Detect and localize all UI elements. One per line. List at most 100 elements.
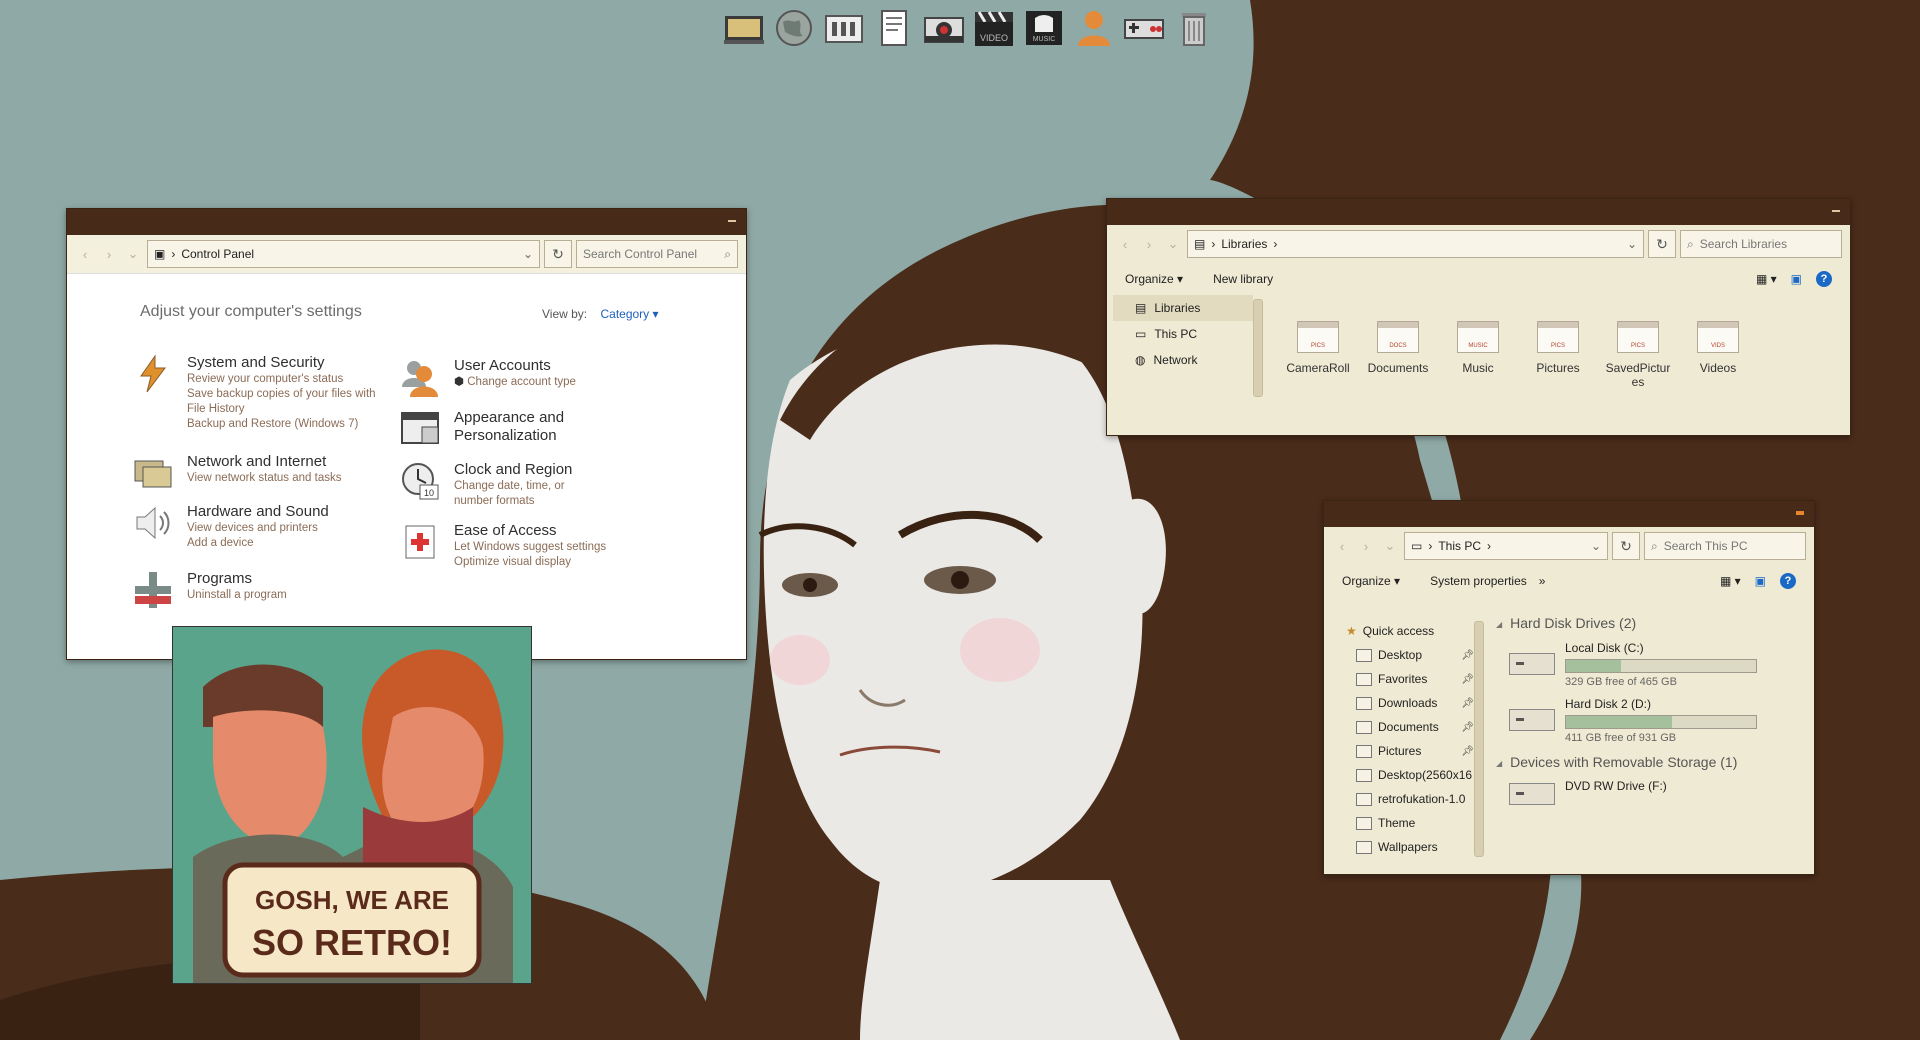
pin-icon[interactable]: 📌︎ bbox=[1461, 698, 1474, 709]
video-icon[interactable]: VIDEO bbox=[972, 8, 1016, 48]
category-link[interactable]: ⬢ Change account type bbox=[454, 375, 576, 390]
category-user-accounts[interactable]: User Accounts ⬢ Change account type bbox=[400, 357, 576, 397]
nav-item[interactable]: Desktop(2560x16 bbox=[1346, 763, 1474, 787]
category-title[interactable]: Hardware and Sound bbox=[187, 503, 329, 521]
nav-item[interactable]: Wallpapers bbox=[1346, 835, 1474, 859]
search-input[interactable]: ⌕ Search Libraries bbox=[1680, 230, 1842, 258]
library-pictures[interactable]: PICS Pictures bbox=[1523, 321, 1593, 375]
nav-item-quick-access[interactable]: ★ Quick access bbox=[1346, 619, 1474, 643]
pin-icon[interactable]: 📌︎ bbox=[1461, 722, 1474, 733]
search-input[interactable]: Search Control Panel ⌕ bbox=[576, 240, 738, 268]
address-bar[interactable]: ▭ › This PC › ⌄ bbox=[1404, 532, 1608, 560]
category-link[interactable]: Let Windows suggest settings bbox=[454, 540, 606, 555]
drive-c[interactable]: Local Disk (C:) 329 GB free of 465 GB bbox=[1509, 641, 1757, 688]
category-title[interactable]: Ease of Access bbox=[454, 522, 606, 540]
category-network-internet[interactable]: Network and Internet View network status… bbox=[133, 453, 341, 493]
category-hardware-sound[interactable]: Hardware and Sound View devices and prin… bbox=[133, 503, 329, 551]
view-options-icon[interactable]: ▦ ▾ bbox=[1756, 272, 1777, 286]
category-title[interactable]: Network and Internet bbox=[187, 453, 341, 471]
globe-icon[interactable] bbox=[772, 8, 816, 48]
forward-icon[interactable]: › bbox=[99, 247, 119, 262]
trash-icon[interactable] bbox=[1172, 8, 1216, 48]
view-by-dropdown[interactable]: Category ▾ bbox=[600, 307, 658, 321]
library-documents[interactable]: DOCS Documents bbox=[1363, 321, 1433, 375]
nes-controller-icon[interactable] bbox=[1122, 8, 1166, 48]
recent-icon[interactable]: ⌄ bbox=[1163, 236, 1183, 252]
minimize-button[interactable] bbox=[1832, 210, 1840, 212]
music-icon[interactable]: MUSIC bbox=[1022, 8, 1066, 48]
back-icon[interactable]: ‹ bbox=[75, 247, 95, 262]
category-link[interactable]: View network status and tasks bbox=[187, 471, 341, 486]
chevron-down-icon[interactable]: ⌄ bbox=[1627, 237, 1637, 251]
forward-icon[interactable]: › bbox=[1356, 539, 1376, 554]
category-link[interactable]: Save backup copies of your files with Fi… bbox=[187, 387, 387, 417]
nav-item[interactable]: Documents 📌︎ bbox=[1346, 715, 1474, 739]
group-header-removable[interactable]: Devices with Removable Storage (1) bbox=[1496, 754, 1737, 770]
camera-icon[interactable] bbox=[922, 8, 966, 48]
computer-icon[interactable] bbox=[722, 8, 766, 48]
view-options-icon[interactable]: ▦ ▾ bbox=[1720, 574, 1741, 588]
category-link[interactable]: Optimize visual display bbox=[454, 555, 606, 570]
help-icon[interactable]: ? bbox=[1816, 271, 1832, 287]
category-link[interactable]: Change date, time, or number formats bbox=[454, 479, 604, 509]
recent-icon[interactable]: ⌄ bbox=[123, 246, 143, 262]
system-properties-button[interactable]: System properties bbox=[1430, 574, 1527, 588]
category-title[interactable]: System and Security bbox=[187, 354, 387, 372]
category-programs[interactable]: Programs Uninstall a program bbox=[133, 570, 287, 610]
pin-icon[interactable]: 📌︎ bbox=[1461, 746, 1474, 757]
pin-icon[interactable]: 📌︎ bbox=[1461, 674, 1474, 685]
document-icon[interactable] bbox=[872, 8, 916, 48]
titlebar[interactable] bbox=[1324, 501, 1814, 527]
category-title[interactable]: User Accounts bbox=[454, 357, 576, 375]
library-saved-pictures[interactable]: PICS SavedPictures bbox=[1603, 321, 1673, 389]
library-videos[interactable]: VIDS Videos bbox=[1683, 321, 1753, 375]
new-library-button[interactable]: New library bbox=[1213, 272, 1273, 286]
category-system-security[interactable]: System and Security Review your computer… bbox=[133, 354, 387, 432]
category-link[interactable]: Review your computer's status bbox=[187, 372, 387, 387]
back-icon[interactable]: ‹ bbox=[1332, 539, 1352, 554]
titlebar[interactable] bbox=[1107, 199, 1850, 225]
drive-d[interactable]: Hard Disk 2 (D:) 411 GB free of 931 GB bbox=[1509, 697, 1757, 744]
chevron-down-icon[interactable]: ⌄ bbox=[523, 247, 533, 261]
refresh-icon[interactable]: ↻ bbox=[1612, 532, 1640, 560]
pin-icon[interactable]: 📌︎ bbox=[1461, 650, 1474, 661]
nav-item-libraries[interactable]: ▤ Libraries bbox=[1113, 295, 1253, 321]
group-header-hdd[interactable]: Hard Disk Drives (2) bbox=[1496, 615, 1636, 631]
drive-dvd[interactable]: DVD RW Drive (F:) bbox=[1509, 779, 1667, 805]
nav-item[interactable]: Theme bbox=[1346, 811, 1474, 835]
library-camera-roll[interactable]: PICS CameraRoll bbox=[1283, 321, 1353, 375]
refresh-icon[interactable]: ↻ bbox=[1648, 230, 1676, 258]
minimize-button[interactable] bbox=[728, 220, 736, 222]
category-link[interactable]: Uninstall a program bbox=[187, 588, 287, 603]
back-icon[interactable]: ‹ bbox=[1115, 237, 1135, 252]
category-appearance[interactable]: Appearance and Personalization bbox=[400, 409, 584, 449]
nav-item-this-pc[interactable]: ▭ This PC bbox=[1113, 321, 1253, 347]
nav-item[interactable]: Downloads 📌︎ bbox=[1346, 691, 1474, 715]
scrollbar[interactable] bbox=[1253, 299, 1263, 397]
category-link[interactable]: Backup and Restore (Windows 7) bbox=[187, 417, 387, 432]
category-link[interactable]: Add a device bbox=[187, 536, 329, 551]
help-icon[interactable]: ? bbox=[1780, 573, 1796, 589]
nav-item[interactable]: Desktop 📌︎ bbox=[1346, 643, 1474, 667]
scrollbar[interactable] bbox=[1474, 621, 1484, 857]
nav-item[interactable]: Favorites 📌︎ bbox=[1346, 667, 1474, 691]
library-music[interactable]: MUSIC Music bbox=[1443, 321, 1513, 375]
user-icon[interactable] bbox=[1072, 8, 1116, 48]
category-ease-of-access[interactable]: Ease of Access Let Windows suggest setti… bbox=[400, 522, 606, 570]
category-title[interactable]: Clock and Region bbox=[454, 461, 604, 479]
refresh-icon[interactable]: ↻ bbox=[544, 240, 572, 268]
category-clock-region[interactable]: 10 Clock and Region Change date, time, o… bbox=[400, 461, 604, 509]
address-bar[interactable]: ▤ › Libraries › ⌄ bbox=[1187, 230, 1644, 258]
category-title[interactable]: Programs bbox=[187, 570, 287, 588]
preview-pane-icon[interactable]: ▣ bbox=[1791, 272, 1802, 286]
organize-button[interactable]: Organize ▾ bbox=[1342, 574, 1400, 588]
preview-pane-icon[interactable]: ▣ bbox=[1755, 574, 1766, 588]
nav-item[interactable]: retrofukation-1.0 bbox=[1346, 787, 1474, 811]
organize-button[interactable]: Organize ▾ bbox=[1125, 272, 1183, 286]
forward-icon[interactable]: › bbox=[1139, 237, 1159, 252]
more-commands-button[interactable]: » bbox=[1539, 574, 1546, 588]
chevron-down-icon[interactable]: ⌄ bbox=[1591, 539, 1601, 553]
nav-item[interactable]: Pictures 📌︎ bbox=[1346, 739, 1474, 763]
minimize-button[interactable] bbox=[1796, 511, 1804, 515]
category-link[interactable]: View devices and printers bbox=[187, 521, 329, 536]
